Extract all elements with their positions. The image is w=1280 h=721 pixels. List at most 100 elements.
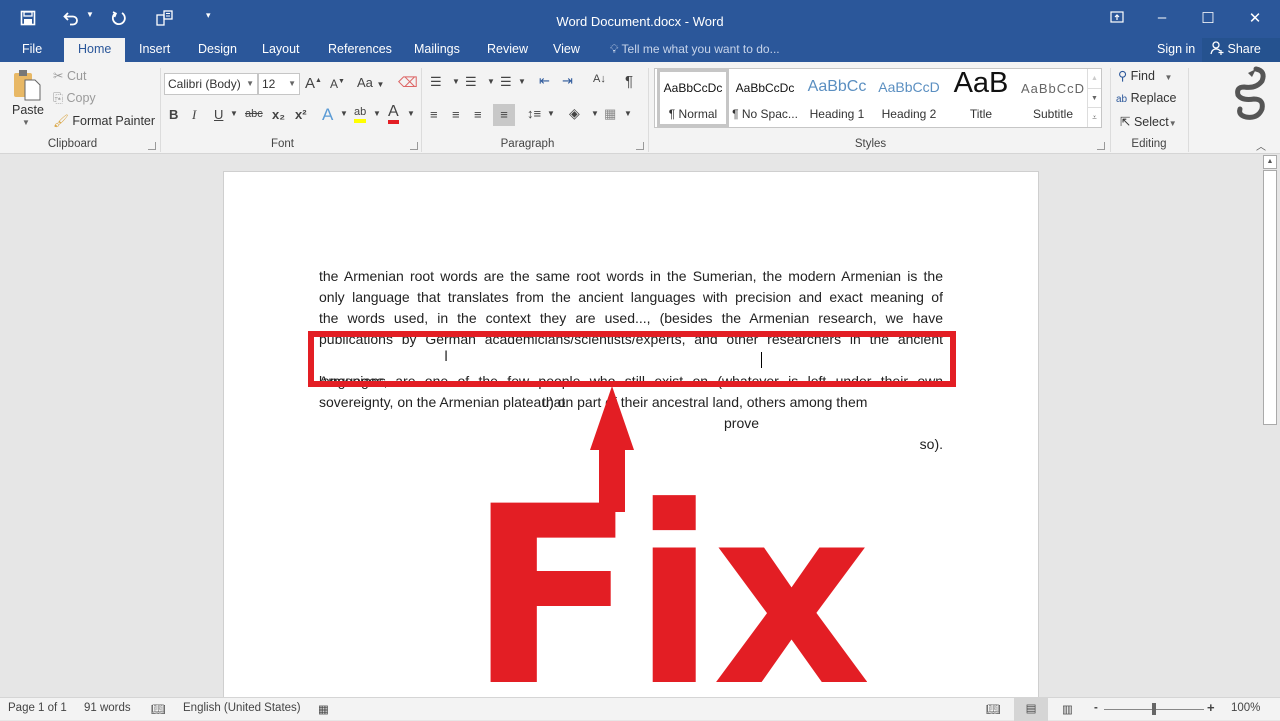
paste-label[interactable]: Paste: [12, 103, 44, 117]
sort-icon[interactable]: A↓: [593, 73, 606, 85]
styles-launcher-icon[interactable]: [1097, 142, 1105, 150]
numbering-icon[interactable]: ☰: [465, 74, 477, 90]
tab-insert[interactable]: Insert: [133, 38, 176, 62]
font-color-dropdown-icon[interactable]: ▼: [407, 109, 415, 118]
tell-me-placeholder: Tell me what you want to do...: [621, 42, 780, 56]
close-button[interactable]: ✕: [1240, 9, 1270, 27]
increase-indent-icon[interactable]: ⇥: [562, 73, 573, 89]
tab-layout[interactable]: Layout: [256, 38, 306, 62]
maximize-button[interactable]: ☐: [1193, 9, 1223, 27]
highlight-button[interactable]: ab: [354, 106, 367, 123]
share-button[interactable]: Share: [1202, 38, 1280, 62]
find-button[interactable]: ⚲ Find ▼: [1118, 68, 1172, 83]
paste-icon[interactable]: [11, 68, 43, 102]
styles-up-icon[interactable]: ▲: [1088, 69, 1101, 88]
font-color-button[interactable]: A: [388, 104, 399, 124]
tab-references[interactable]: References: [322, 38, 398, 62]
subscript-button[interactable]: x₂: [272, 107, 285, 122]
scroll-thumb[interactable]: [1263, 170, 1277, 425]
bullets-icon[interactable]: ☰: [430, 74, 442, 90]
multilevel-dropdown-icon[interactable]: ▼: [518, 77, 526, 86]
replace-button[interactable]: ab Replace: [1116, 91, 1176, 105]
tab-mailings[interactable]: Mailings: [408, 38, 466, 62]
replace-icon: ab: [1116, 94, 1128, 105]
tab-file[interactable]: File: [16, 38, 48, 62]
page-count[interactable]: Page 1 of 1: [8, 702, 67, 714]
underline-button[interactable]: U: [214, 107, 223, 122]
font-family-select[interactable]: Calibri (Body) ▼: [164, 73, 258, 95]
select-button[interactable]: ⇱ Select▼: [1120, 114, 1177, 129]
zoom-out-button[interactable]: -: [1094, 702, 1098, 714]
font-launcher-icon[interactable]: [410, 142, 418, 150]
vertical-scrollbar[interactable]: ▲: [1263, 155, 1277, 695]
style-title[interactable]: AaB Title: [945, 67, 1017, 127]
bullets-dropdown-icon[interactable]: ▼: [452, 77, 460, 86]
multilevel-list-icon[interactable]: ☰: [500, 74, 512, 90]
align-right-icon[interactable]: ≡: [474, 107, 482, 122]
line-spacing-icon[interactable]: ↕≡: [527, 106, 541, 121]
paragraph-group-label: Paragraph: [500, 138, 555, 150]
show-formatting-marks-icon[interactable]: ¶: [625, 73, 633, 90]
collapse-ribbon-icon[interactable]: ︿: [1256, 138, 1266, 153]
styles-more-icon[interactable]: ⩡: [1088, 107, 1101, 126]
ribbon-tabs: File Home Insert Design Layout Reference…: [0, 38, 1280, 62]
grow-font-button[interactable]: A▲: [305, 75, 322, 92]
align-left-icon[interactable]: ≡: [430, 107, 438, 122]
styles-down-icon[interactable]: ▼: [1088, 88, 1101, 107]
line-spacing-dropdown-icon[interactable]: ▼: [547, 109, 555, 118]
tab-design[interactable]: Design: [192, 38, 243, 62]
borders-dropdown-icon[interactable]: ▼: [624, 109, 632, 118]
styles-scroll[interactable]: ▲ ▼ ⩡: [1087, 69, 1101, 127]
text-effects-dropdown-icon[interactable]: ▼: [340, 109, 348, 118]
zoom-slider-thumb[interactable]: [1152, 703, 1156, 715]
style-heading-2[interactable]: AaBbCcD Heading 2: [873, 69, 945, 127]
style-normal[interactable]: AaBbCcDc ¶ Normal: [657, 69, 729, 127]
decrease-indent-icon[interactable]: ⇤: [539, 73, 550, 89]
clear-formatting-icon[interactable]: ⌫: [398, 74, 418, 91]
lightbulb-icon: 💡︎: [610, 42, 619, 56]
macro-recording-icon[interactable]: ▦: [318, 702, 329, 716]
sign-in-link[interactable]: Sign in: [1157, 38, 1195, 60]
font-size-select[interactable]: 12 ▼: [258, 73, 300, 95]
scroll-up-icon[interactable]: ▲: [1263, 155, 1277, 169]
paragraph-launcher-icon[interactable]: [636, 142, 644, 150]
read-mode-icon[interactable]: 📖︎: [986, 702, 1001, 716]
underline-dropdown-icon[interactable]: ▼: [230, 109, 238, 118]
numbering-dropdown-icon[interactable]: ▼: [487, 77, 495, 86]
minimize-button[interactable]: –: [1147, 9, 1177, 26]
print-layout-icon[interactable]: ▤: [1014, 698, 1048, 721]
bold-button[interactable]: B: [169, 107, 178, 122]
justify-icon[interactable]: ≡: [493, 104, 515, 126]
ribbon-display-options-icon[interactable]: [1102, 10, 1132, 27]
text-effects-button[interactable]: A: [322, 105, 333, 125]
language[interactable]: English (United States): [183, 702, 301, 714]
copy-button: ⎘ Copy: [53, 91, 96, 105]
shading-icon[interactable]: ◈: [569, 105, 580, 122]
styles-group-label: Styles: [854, 138, 887, 150]
shrink-font-button[interactable]: A▼: [330, 77, 345, 91]
change-case-button[interactable]: Aa ▼: [357, 75, 384, 90]
strikethrough-button[interactable]: abc: [245, 108, 263, 120]
clipboard-launcher-icon[interactable]: [148, 142, 156, 150]
superscript-button[interactable]: x²: [295, 107, 307, 122]
tab-review[interactable]: Review: [481, 38, 534, 62]
web-layout-icon[interactable]: ▥: [1062, 702, 1073, 716]
style-heading-1[interactable]: AaBbCc Heading 1: [801, 69, 873, 127]
style-subtitle[interactable]: AaBbCcD Subtitle: [1017, 69, 1089, 127]
paste-dropdown-icon[interactable]: ▼: [22, 118, 30, 127]
zoom-level[interactable]: 100%: [1231, 702, 1260, 714]
tab-home[interactable]: Home: [64, 38, 126, 62]
italic-button[interactable]: I: [192, 107, 196, 123]
tell-me-search[interactable]: 💡︎ Tell me what you want to do...: [610, 38, 780, 60]
style-no-spacing[interactable]: AaBbCcDc ¶ No Spac...: [729, 69, 801, 127]
group-divider: [648, 68, 649, 152]
highlight-dropdown-icon[interactable]: ▼: [373, 109, 381, 118]
tab-view[interactable]: View: [547, 38, 586, 62]
proofing-icon[interactable]: 📖︎: [151, 702, 166, 716]
zoom-in-button[interactable]: +: [1207, 700, 1215, 715]
format-painter-button[interactable]: 🖌︎ Format Painter: [53, 114, 155, 129]
word-count[interactable]: 91 words: [84, 702, 131, 714]
shading-dropdown-icon[interactable]: ▼: [591, 109, 599, 118]
align-center-icon[interactable]: ≡: [452, 107, 460, 122]
borders-icon[interactable]: ▦: [604, 106, 616, 122]
